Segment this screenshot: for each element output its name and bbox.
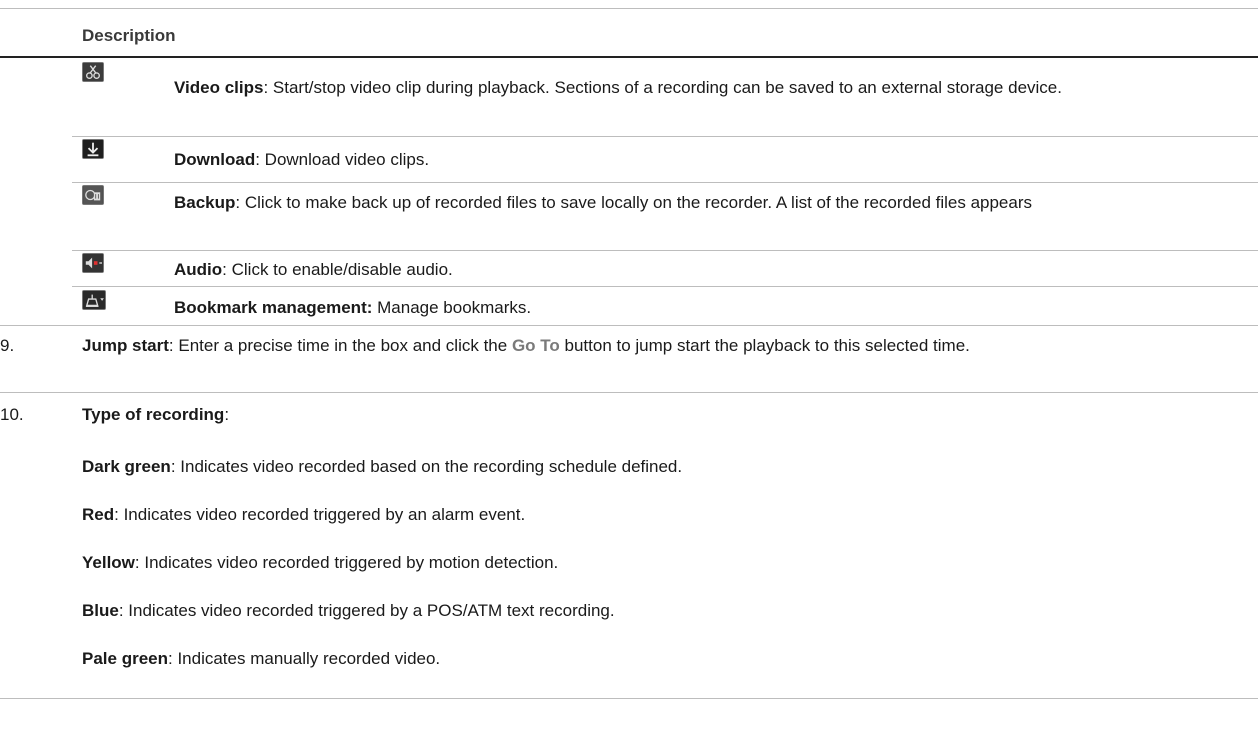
- item-9-term: Jump start: [82, 336, 169, 355]
- header-rule: [0, 56, 1258, 58]
- bookmark-icon: [82, 290, 106, 310]
- scissors-icon: [82, 62, 104, 82]
- row-download: Download: Download video clips.: [174, 150, 430, 169]
- legend-dark-green: Dark green: Indicates video recorded bas…: [82, 457, 683, 476]
- term-bookmark-management: Bookmark management:: [174, 298, 373, 317]
- desc-bookmark-management: Manage bookmarks.: [377, 298, 532, 317]
- top-rule: [0, 8, 1258, 9]
- term-audio: Audio: [174, 260, 223, 279]
- row-audio: Audio: Click to enable/disable audio.: [174, 260, 453, 279]
- desc-video-clips: Start/stop video clip during playback. S…: [272, 78, 1062, 97]
- row-backup: Backup: Click to make back up of recorde…: [174, 193, 1033, 212]
- legend-pale-green: Pale green: Indicates manually recorded …: [82, 649, 441, 668]
- item-10-number: 10.: [0, 405, 24, 424]
- item-10-term: Type of recording: [82, 405, 225, 424]
- legend-yellow: Yellow: Indicates video recorded trigger…: [82, 553, 559, 572]
- item-10-heading: Type of recording:: [82, 405, 230, 424]
- bottom-rule: [0, 698, 1258, 699]
- term-backup: Backup: [174, 193, 236, 212]
- legend-blue: Blue: Indicates video recorded triggered…: [82, 601, 615, 620]
- row-divider: [72, 250, 1258, 251]
- legend-red: Red: Indicates video recorded triggered …: [82, 505, 526, 524]
- item-9-number: 9.: [0, 336, 15, 355]
- row-video-clips: Video clips: Start/stop video clip durin…: [174, 78, 1062, 97]
- desc-audio: Click to enable/disable audio.: [231, 260, 453, 279]
- desc-download: Download video clips.: [264, 150, 430, 169]
- term-download: Download: [174, 150, 256, 169]
- row-divider: [72, 182, 1258, 183]
- audio-icon: [82, 253, 104, 273]
- row-divider: [72, 286, 1258, 287]
- download-icon: [82, 139, 104, 159]
- section-divider: [0, 392, 1258, 393]
- go-to-button-label: Go To: [511, 336, 560, 355]
- table-header: Description: [82, 26, 176, 45]
- item-9-text: Jump start: Enter a precise time in the …: [82, 336, 970, 355]
- term-video-clips: Video clips: [174, 78, 264, 97]
- backup-icon: [82, 185, 104, 205]
- row-bookmark-management: Bookmark management: Manage bookmarks.: [174, 294, 1186, 321]
- row-divider: [72, 136, 1258, 137]
- desc-backup: Click to make back up of recorded files …: [244, 193, 1033, 212]
- section-divider: [0, 325, 1258, 326]
